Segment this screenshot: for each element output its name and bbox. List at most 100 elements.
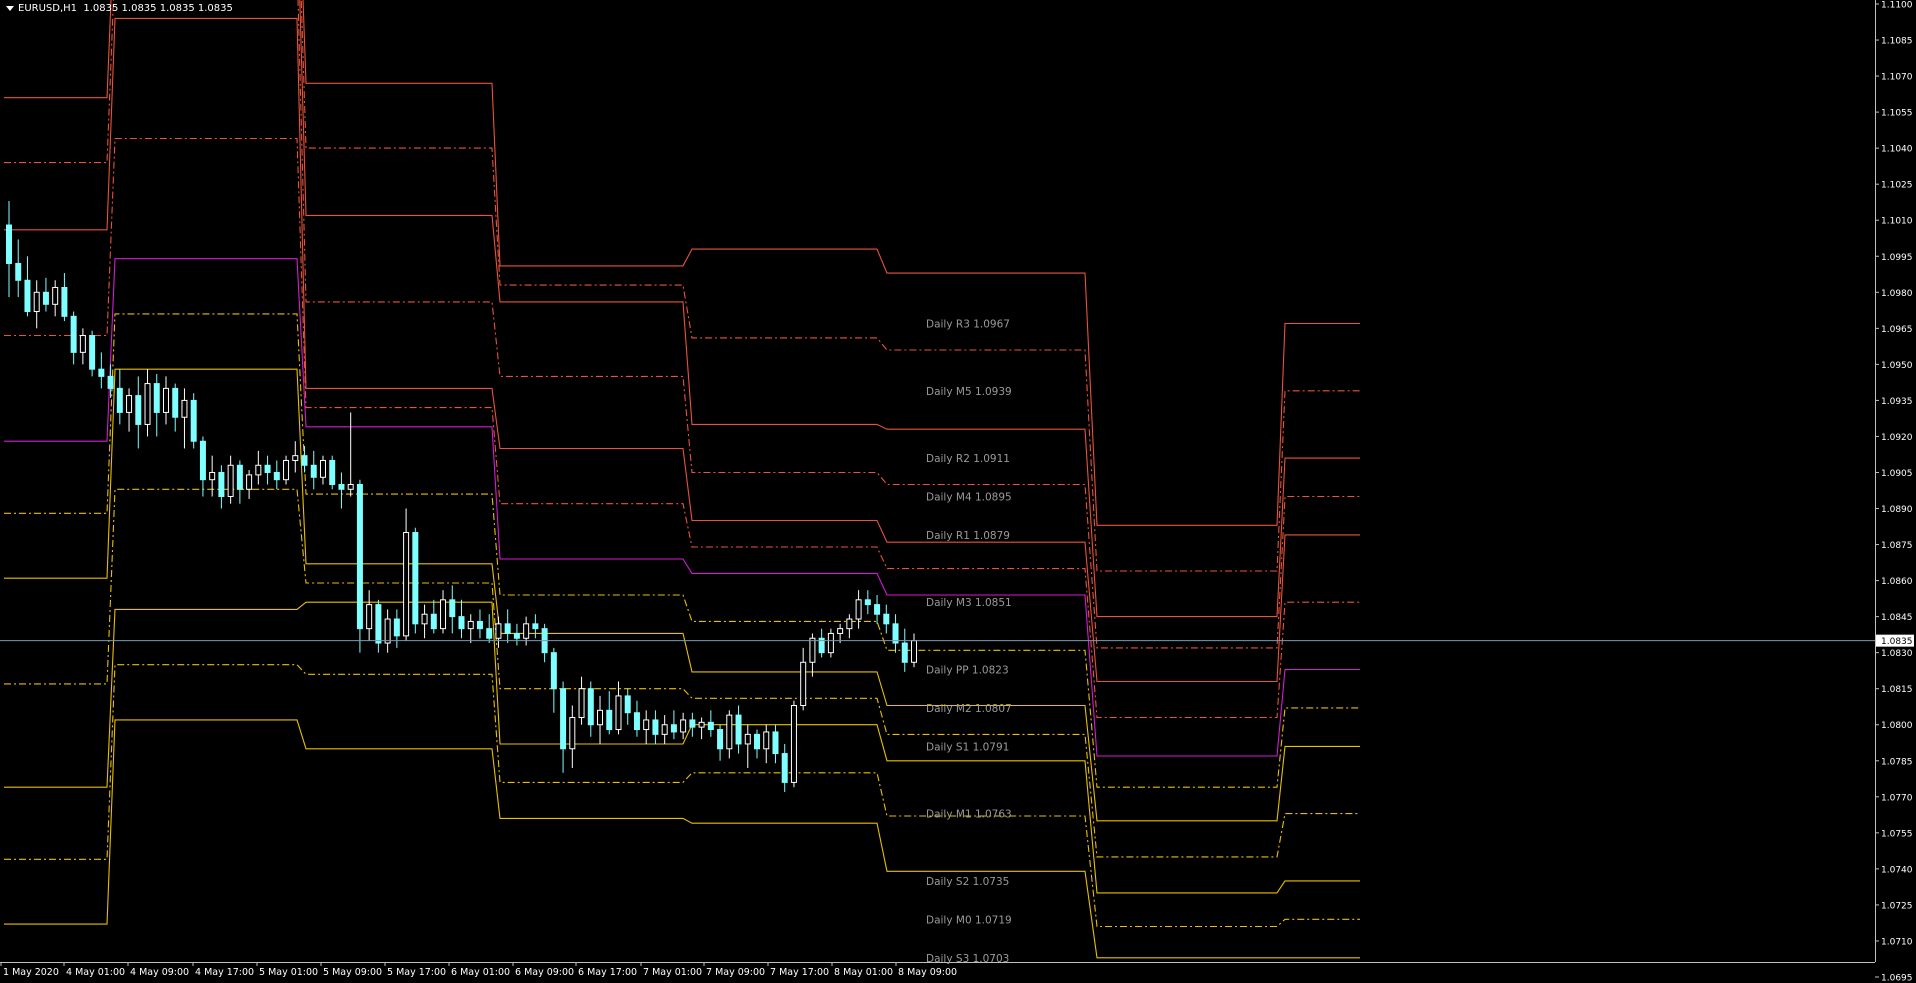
price-tick-label: 1.0965 xyxy=(1881,325,1913,335)
pivot-line-r3 xyxy=(302,0,1360,526)
price-chart[interactable]: Daily R3 1.0967 Daily M5 1.0939 Daily R2 1… xyxy=(0,0,1916,983)
candle-body xyxy=(855,599,862,620)
candle-body xyxy=(126,395,133,413)
candle-body xyxy=(283,459,290,481)
candle-body xyxy=(846,618,853,630)
candle-body xyxy=(569,717,576,750)
time-tick-label: 6 May 01:00 xyxy=(451,967,510,978)
pivot-label-r2: Daily R2 1.0911 xyxy=(926,453,1010,465)
time-tick-label: 6 May 09:00 xyxy=(515,967,574,978)
time-tick-label: 4 May 01:00 xyxy=(66,967,125,978)
pivot-label-s1: Daily S1 1.0791 xyxy=(926,741,1009,753)
candle-body xyxy=(6,224,12,264)
price-tick-label: 1.1100 xyxy=(1881,1,1913,11)
candle-body xyxy=(560,688,567,750)
candle-body xyxy=(393,618,400,637)
time-axis: 1 May 2020 4 May 01:00 4 May 09:00 4 May 17… xyxy=(0,962,957,978)
time-tick-label: 5 May 09:00 xyxy=(323,967,382,978)
time-tick-label: 4 May 09:00 xyxy=(130,967,189,978)
candle-body xyxy=(458,616,465,630)
pivot-line-m4 xyxy=(4,0,1360,649)
pivot-label-r3: Daily R3 1.0967 xyxy=(926,319,1010,331)
candle-body xyxy=(227,464,234,498)
candle-body xyxy=(181,399,188,418)
time-tick-label: 6 May 17:00 xyxy=(578,967,637,978)
candle-body xyxy=(329,459,336,485)
candle-body xyxy=(162,387,169,413)
candle-body xyxy=(781,753,788,783)
pivot-lines xyxy=(4,0,1360,959)
candle-body xyxy=(523,623,530,639)
price-tick-label: 1.1040 xyxy=(1881,145,1913,155)
candle-body xyxy=(292,455,299,461)
candle-body xyxy=(412,532,419,625)
pivot-label-m5: Daily M5 1.0939 xyxy=(926,386,1012,398)
dropdown-icon[interactable] xyxy=(6,5,14,11)
candle-body xyxy=(89,335,96,370)
price-tick-label: 1.0890 xyxy=(1881,505,1913,515)
candle-body xyxy=(421,613,428,625)
candle-body xyxy=(661,724,668,735)
candle-body xyxy=(440,599,447,630)
symbol-label: EURUSD,H1 xyxy=(18,3,78,14)
candle-body xyxy=(199,440,206,481)
candle-body xyxy=(255,464,262,476)
price-tick-label: 1.0875 xyxy=(1881,541,1913,551)
chart-title[interactable]: EURUSD,H1 1.0835 1.0835 1.0835 1.0835 xyxy=(6,3,233,14)
pivot-label-m4: Daily M4 1.0895 xyxy=(926,492,1012,504)
price-tick-label: 1.0980 xyxy=(1881,289,1913,299)
candle-body xyxy=(310,464,317,478)
candle-body xyxy=(698,721,705,728)
candle-body xyxy=(883,613,890,625)
price-tick-label: 1.1085 xyxy=(1881,37,1913,47)
candle-body xyxy=(61,286,68,317)
time-tick-label: 1 May 2020 xyxy=(3,967,59,978)
candle-body xyxy=(218,471,225,498)
candle-body xyxy=(578,688,585,719)
candle-body xyxy=(273,471,280,481)
price-tick-label: 1.0755 xyxy=(1881,829,1913,839)
candle-body xyxy=(209,471,216,481)
price-tick-label: 1.1055 xyxy=(1881,109,1913,119)
candle-body xyxy=(301,455,308,466)
candle-body xyxy=(754,733,761,750)
candle-body xyxy=(504,623,511,634)
time-tick-label: 8 May 09:00 xyxy=(898,967,957,978)
candle-body xyxy=(107,375,114,389)
candle-body xyxy=(486,628,493,639)
candle-body xyxy=(319,459,326,478)
pivot-line-r2 xyxy=(4,0,1360,618)
candle-body xyxy=(116,387,123,413)
candle-body xyxy=(42,291,49,305)
candle-body xyxy=(338,483,345,490)
candle-body xyxy=(264,464,271,473)
candle-body xyxy=(615,695,622,731)
candle-body xyxy=(98,368,105,377)
candle-body xyxy=(70,315,77,353)
pivot-labels: Daily R3 1.0967 Daily M5 1.0939 Daily R2 1… xyxy=(926,319,1012,965)
time-tick-label: 7 May 09:00 xyxy=(706,967,765,978)
price-tick-label: 1.0995 xyxy=(1881,253,1913,263)
price-tick-label: 1.0845 xyxy=(1881,613,1913,623)
candle-body xyxy=(652,719,659,735)
candle-body xyxy=(79,335,86,353)
candle-body xyxy=(624,695,631,714)
candle-body xyxy=(347,483,354,490)
candle-body xyxy=(744,733,751,745)
pivot-label-r1: Daily R1 1.0879 xyxy=(926,530,1010,542)
candle-body xyxy=(144,383,151,425)
price-tick-label: 1.0710 xyxy=(1881,937,1913,947)
candle-body xyxy=(680,719,687,733)
price-tick-label: 1.0785 xyxy=(1881,757,1913,767)
price-tick-label: 1.0725 xyxy=(1881,901,1913,911)
candle-body xyxy=(735,714,742,745)
candle-body xyxy=(827,632,834,654)
price-tick-label: 1.0905 xyxy=(1881,469,1913,479)
candle-body xyxy=(153,383,160,413)
price-tick-label: 1.0830 xyxy=(1881,649,1913,659)
pivot-label-s3: Daily S3 1.0703 xyxy=(926,953,1009,965)
candle-body xyxy=(366,604,373,630)
candle-body xyxy=(532,623,539,630)
candle-body xyxy=(476,620,483,630)
candle-body xyxy=(800,661,807,707)
